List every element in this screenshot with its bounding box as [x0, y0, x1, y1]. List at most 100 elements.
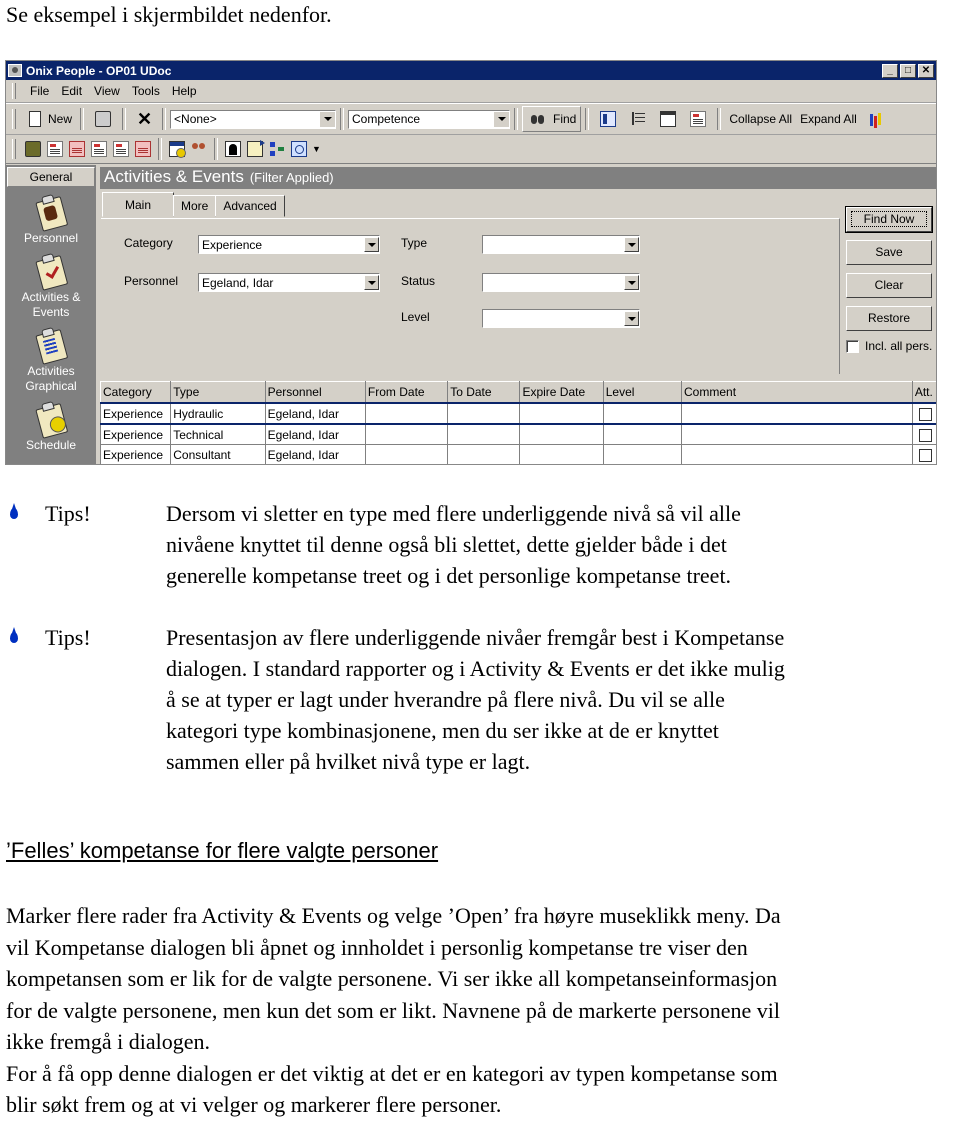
column-header-expire-date[interactable]: Expire Date — [519, 381, 604, 404]
chevron-down-icon[interactable] — [624, 311, 639, 326]
title-bar[interactable]: Onix People - OP01 UDoc _ □ ✕ — [6, 61, 936, 80]
chart-button[interactable] — [861, 107, 891, 131]
cell-comment[interactable] — [681, 444, 913, 464]
copy-document-icon[interactable] — [91, 141, 107, 157]
maximize-button[interactable]: □ — [900, 63, 916, 78]
cell-att[interactable] — [911, 402, 936, 425]
dropdown-arrow-icon[interactable]: ▼ — [312, 144, 321, 154]
cell-from-date[interactable] — [364, 402, 449, 425]
list-view-button[interactable] — [593, 107, 623, 131]
cell-expire-date[interactable] — [519, 423, 604, 445]
filter-combo[interactable]: <None> — [170, 109, 337, 129]
sidebar-item-schedule[interactable]: Schedule — [6, 400, 96, 453]
cell-personnel[interactable]: Egeland, Idar — [264, 402, 366, 425]
find-now-button[interactable]: Find Now — [845, 206, 933, 233]
expand-all-button[interactable]: Expand All — [796, 107, 861, 131]
category-select[interactable]: Experience — [198, 235, 380, 254]
column-header-comment[interactable]: Comment — [681, 381, 913, 404]
delete-button[interactable]: ✕ — [130, 107, 158, 131]
form-view-button[interactable] — [683, 107, 713, 131]
folder-icon[interactable] — [25, 141, 41, 157]
cell-type[interactable]: Consultant — [170, 444, 266, 464]
restore-button[interactable]: Restore — [846, 306, 932, 331]
tab-main[interactable]: Main — [102, 192, 175, 217]
window-view-button[interactable] — [653, 107, 683, 131]
view-combo[interactable]: Competence — [348, 109, 511, 129]
column-header-level[interactable]: Level — [602, 381, 683, 404]
menu-grip[interactable] — [12, 83, 16, 99]
tab-advanced[interactable]: Advanced — [215, 195, 285, 217]
cell-level[interactable] — [602, 402, 683, 425]
cell-to-date[interactable] — [447, 402, 521, 425]
cell-category[interactable]: Experience — [99, 423, 172, 445]
cell-personnel[interactable]: Egeland, Idar — [264, 423, 366, 445]
chevron-down-icon[interactable] — [624, 275, 639, 290]
new-button[interactable]: New — [22, 107, 76, 131]
type-select[interactable] — [482, 235, 640, 254]
att-checkbox[interactable] — [918, 428, 932, 442]
sidebar-header-general[interactable]: General — [7, 167, 95, 187]
flow-arrow-icon[interactable] — [269, 141, 285, 157]
sidebar-item-activities-events[interactable]: Activities & Events — [6, 252, 96, 320]
close-button[interactable]: ✕ — [918, 63, 934, 78]
cell-att[interactable] — [911, 423, 936, 445]
chevron-down-icon[interactable] — [624, 237, 639, 252]
chevron-down-icon[interactable] — [320, 111, 336, 127]
cell-type[interactable]: Technical — [170, 423, 266, 445]
menu-view[interactable]: View — [88, 84, 126, 98]
chevron-down-icon[interactable] — [364, 237, 379, 252]
find-button[interactable]: Find — [522, 106, 582, 132]
people-icon[interactable] — [191, 141, 207, 157]
cell-personnel[interactable]: Egeland, Idar — [264, 444, 366, 464]
tree-view-button[interactable] — [623, 107, 653, 131]
column-header-from-date[interactable]: From Date — [364, 381, 449, 404]
column-header-personnel[interactable]: Personnel — [264, 381, 366, 404]
status-select[interactable] — [482, 273, 640, 292]
document-icon[interactable] — [47, 141, 63, 157]
table-row[interactable]: Experience Technical Egeland, Idar — [99, 423, 936, 445]
sidebar-item-activities-graphical[interactable]: Activities Graphical — [6, 326, 96, 394]
toolbar-grip[interactable] — [12, 139, 16, 159]
cell-type[interactable]: Hydraulic — [170, 402, 266, 425]
level-select[interactable] — [482, 309, 640, 328]
cell-from-date[interactable] — [364, 423, 449, 445]
calendar-clock-icon[interactable] — [169, 141, 186, 158]
column-header-att[interactable]: Att. — [911, 381, 936, 404]
column-header-type[interactable]: Type — [170, 381, 266, 404]
collapse-all-button[interactable]: Collapse All — [725, 107, 796, 131]
column-header-category[interactable]: Category — [99, 381, 172, 404]
cell-category[interactable]: Experience — [99, 402, 172, 425]
delete-document-icon[interactable] — [113, 141, 129, 157]
menu-tools[interactable]: Tools — [126, 84, 166, 98]
cell-category[interactable]: Experience — [99, 444, 172, 464]
cell-level[interactable] — [602, 423, 683, 445]
cell-to-date[interactable] — [447, 444, 521, 464]
incl-all-pers-checkbox[interactable]: Incl. all pers. — [846, 339, 936, 353]
sidebar-item-personnel[interactable]: Personnel — [6, 193, 96, 246]
tab-more[interactable]: More — [173, 195, 217, 217]
cell-expire-date[interactable] — [519, 402, 604, 425]
cell-expire-date[interactable] — [519, 444, 604, 464]
cell-comment[interactable] — [681, 402, 913, 425]
menu-help[interactable]: Help — [166, 84, 203, 98]
column-header-to-date[interactable]: To Date — [447, 381, 521, 404]
clear-button[interactable]: Clear — [846, 273, 932, 298]
circle-icon[interactable] — [291, 141, 307, 157]
red-document-icon[interactable] — [69, 141, 85, 157]
att-checkbox[interactable] — [918, 448, 932, 462]
save-button[interactable]: Save — [846, 240, 932, 265]
menu-edit[interactable]: Edit — [55, 84, 88, 98]
chevron-down-icon[interactable] — [364, 275, 379, 290]
cell-to-date[interactable] — [447, 423, 521, 445]
cell-comment[interactable] — [681, 423, 913, 445]
print-button[interactable] — [88, 107, 118, 131]
att-checkbox[interactable] — [918, 407, 932, 421]
cell-level[interactable] — [602, 444, 683, 464]
house-arrow-icon[interactable] — [247, 140, 265, 157]
person-silhouette-icon[interactable] — [225, 141, 241, 157]
numbered-document-icon[interactable] — [135, 141, 151, 157]
menu-file[interactable]: File — [24, 84, 55, 98]
checkbox-box[interactable] — [846, 339, 859, 353]
chevron-down-icon[interactable] — [494, 111, 510, 127]
minimize-button[interactable]: _ — [882, 63, 898, 78]
